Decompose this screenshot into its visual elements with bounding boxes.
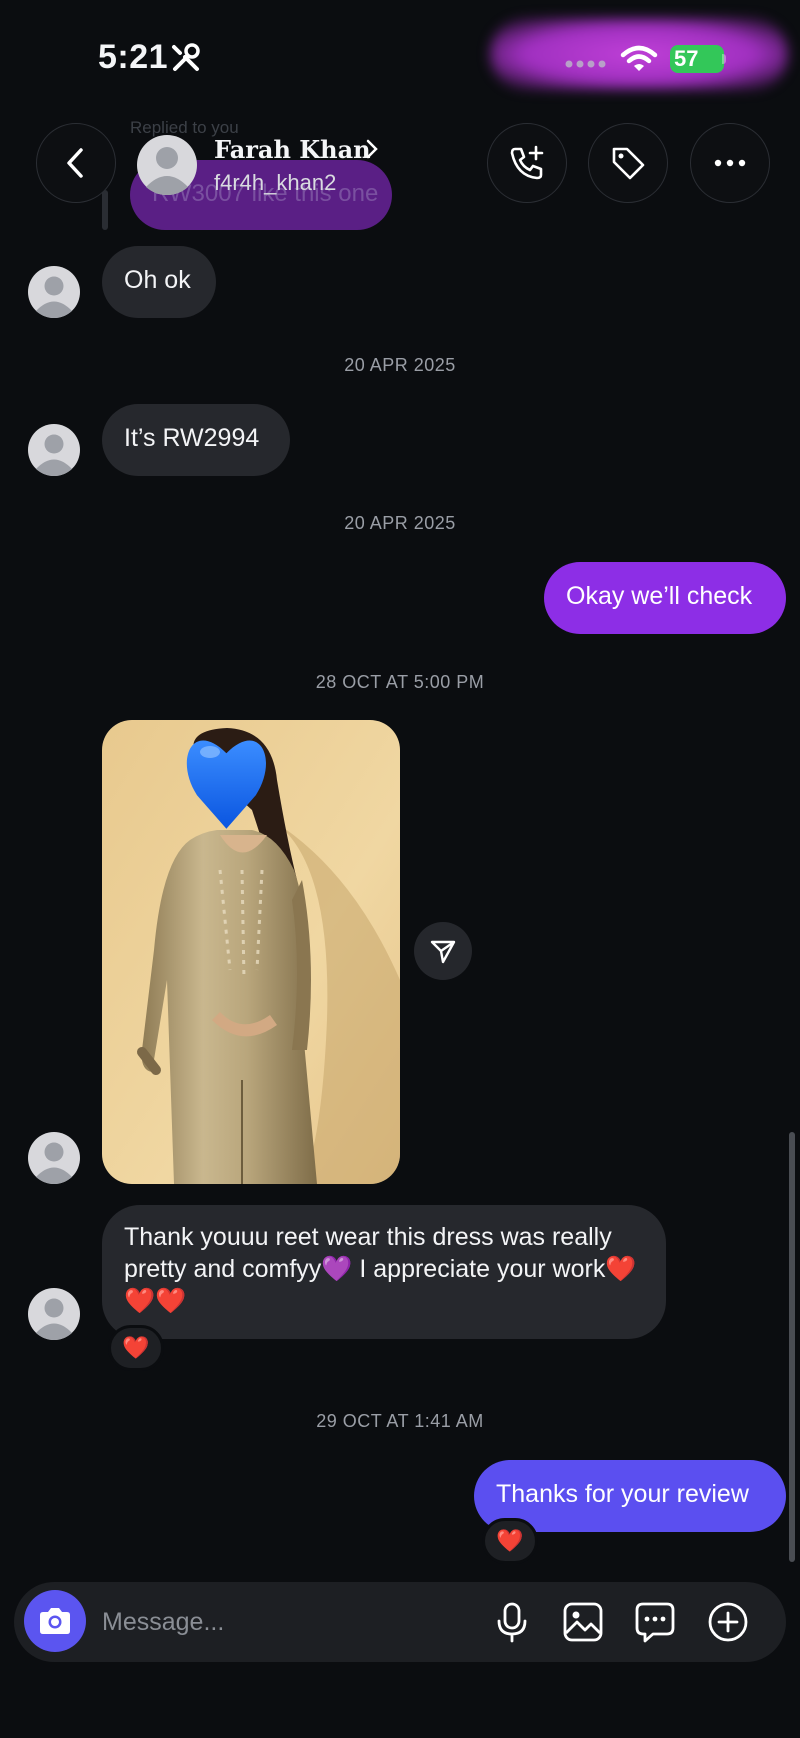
dress-photo <box>102 720 400 1184</box>
timestamp: 28 OCT AT 5:00 PM <box>315 672 485 692</box>
plus-icon[interactable] <box>706 1600 750 1644</box>
call-button[interactable] <box>487 123 567 203</box>
phone-plus-icon <box>510 145 544 180</box>
message-text: Oh ok <box>124 266 191 294</box>
timestamp: 20 APR 2025 <box>344 355 456 375</box>
sticker-icon[interactable] <box>633 1600 677 1644</box>
tools-icon <box>172 43 200 71</box>
sender-avatar[interactable] <box>28 1288 80 1340</box>
signal-dots-icon <box>565 60 606 68</box>
reaction-badge[interactable]: ❤️ <box>108 1325 164 1371</box>
sender-avatar[interactable] <box>28 424 80 476</box>
status-bar: 5:21 57 <box>0 0 800 110</box>
sender-avatar[interactable] <box>28 1132 80 1184</box>
header-avatar[interactable] <box>137 135 197 195</box>
message-bubble[interactable]: Thank youuu reet wear this dress was rea… <box>102 1205 666 1339</box>
message-bubble[interactable]: It’s RW2994 <box>102 404 290 476</box>
back-button[interactable] <box>36 123 116 203</box>
timestamp: 29 OCT AT 1:41 AM <box>316 1411 484 1431</box>
photo-message[interactable] <box>102 720 400 1184</box>
battery-tip <box>722 54 726 64</box>
message-bubble-outgoing[interactable]: Okay we’ll check <box>544 562 786 634</box>
sender-avatar[interactable] <box>28 266 80 318</box>
heart-reaction-icon: ❤️ <box>496 1528 524 1553</box>
contact-name[interactable]: Farah Khan <box>214 135 371 164</box>
wifi-icon <box>620 45 658 71</box>
chevron-right-icon[interactable] <box>365 139 379 159</box>
tag-button[interactable] <box>588 123 668 203</box>
tag-icon <box>612 147 645 180</box>
back-icon <box>67 148 83 178</box>
reaction-badge[interactable]: ❤️ <box>482 1518 538 1564</box>
battery-indicator: 57 <box>670 45 724 73</box>
message-text: Thanks for your review <box>496 1480 749 1508</box>
share-button[interactable] <box>414 922 472 980</box>
message-text: Thank youuu reet wear this dress was rea… <box>124 1223 637 1315</box>
reply-line <box>102 190 108 230</box>
timestamp: 20 APR 2025 <box>344 513 456 533</box>
more-icon <box>714 159 746 167</box>
more-options-button[interactable] <box>690 123 770 203</box>
message-text: It’s RW2994 <box>124 424 260 452</box>
contact-username[interactable]: f4r4h_khan2 <box>214 170 336 196</box>
gallery-icon[interactable] <box>561 1600 605 1644</box>
camera-icon <box>40 1608 70 1634</box>
status-time: 5:21 <box>98 38 169 76</box>
mic-icon[interactable] <box>490 1600 534 1644</box>
share-icon <box>430 940 456 964</box>
message-bubble[interactable]: Oh ok <box>102 246 216 318</box>
message-composer <box>14 1582 786 1662</box>
heart-reaction-icon: ❤️ <box>122 1335 150 1360</box>
camera-button[interactable] <box>24 1590 86 1652</box>
scrollbar[interactable] <box>789 1132 795 1562</box>
battery-level: 57 <box>674 46 699 71</box>
message-text: Okay we’ll check <box>566 582 753 610</box>
message-input[interactable] <box>102 1600 432 1644</box>
